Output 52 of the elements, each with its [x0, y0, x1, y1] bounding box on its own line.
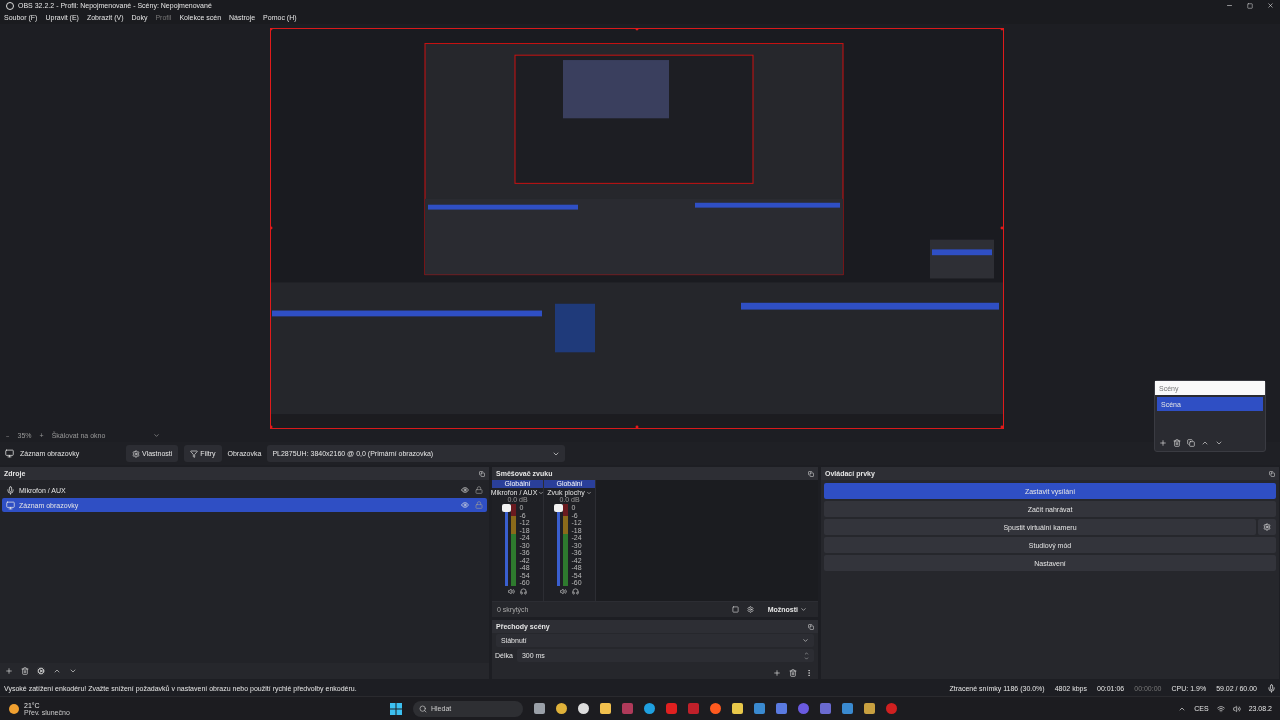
- up-icon[interactable]: [53, 667, 61, 675]
- app-icon[interactable]: [710, 703, 721, 714]
- settings-icon[interactable]: [746, 606, 754, 613]
- down-icon[interactable]: [1215, 439, 1223, 447]
- lock-icon[interactable]: [475, 486, 483, 494]
- add-icon[interactable]: [773, 668, 781, 677]
- settings-button[interactable]: [1258, 519, 1276, 535]
- app-icon[interactable]: [644, 703, 655, 714]
- volume-slider[interactable]: [557, 504, 561, 586]
- gear-icon: [132, 449, 140, 458]
- undock-icon[interactable]: [808, 623, 814, 630]
- microphone-icon: [1267, 684, 1276, 693]
- trash-icon[interactable]: [789, 668, 797, 677]
- start-icon[interactable]: [390, 702, 402, 715]
- add-icon[interactable]: [5, 667, 13, 675]
- undock-icon[interactable]: [1269, 470, 1275, 477]
- caret-icon: [538, 489, 545, 496]
- monitor-icon: [5, 449, 14, 458]
- app-icon[interactable]: [578, 703, 589, 714]
- monitor-icon: [6, 500, 15, 510]
- up-icon[interactable]: [1201, 439, 1209, 447]
- volume-slider[interactable]: [505, 504, 509, 586]
- eye-icon[interactable]: [461, 486, 469, 494]
- undock-icon[interactable]: [808, 470, 814, 477]
- speaker-icon[interactable]: [560, 588, 567, 595]
- more-icon[interactable]: [805, 668, 813, 677]
- settings-icon[interactable]: [37, 667, 45, 675]
- caret-icon[interactable]: [153, 432, 161, 439]
- caret-icon: [585, 489, 592, 496]
- network-icon[interactable]: [1216, 704, 1225, 713]
- eye-icon[interactable]: [461, 501, 469, 509]
- app-icon[interactable]: [556, 703, 567, 714]
- caret-icon: [802, 637, 809, 644]
- volume-icon[interactable]: [1232, 704, 1241, 713]
- caret-icon: [800, 606, 807, 613]
- microphone-icon: [6, 485, 15, 495]
- speaker-icon[interactable]: [508, 588, 515, 595]
- down-icon[interactable]: [69, 667, 77, 675]
- headphones-icon[interactable]: [572, 588, 579, 595]
- trash-icon[interactable]: [21, 667, 29, 675]
- search-icon: [419, 704, 427, 713]
- minimize-icon[interactable]: [1226, 2, 1233, 9]
- layout-icon[interactable]: [731, 606, 739, 613]
- undock-icon[interactable]: [479, 470, 485, 477]
- headphones-icon[interactable]: [520, 588, 527, 595]
- weather-icon: [8, 702, 20, 715]
- maximize-icon[interactable]: [1247, 2, 1253, 9]
- trash-icon[interactable]: [1173, 439, 1181, 447]
- close-icon[interactable]: [1267, 2, 1274, 9]
- add-icon[interactable]: [1159, 439, 1167, 447]
- app-logo-icon: [6, 1, 14, 10]
- gear-icon: [1263, 523, 1271, 531]
